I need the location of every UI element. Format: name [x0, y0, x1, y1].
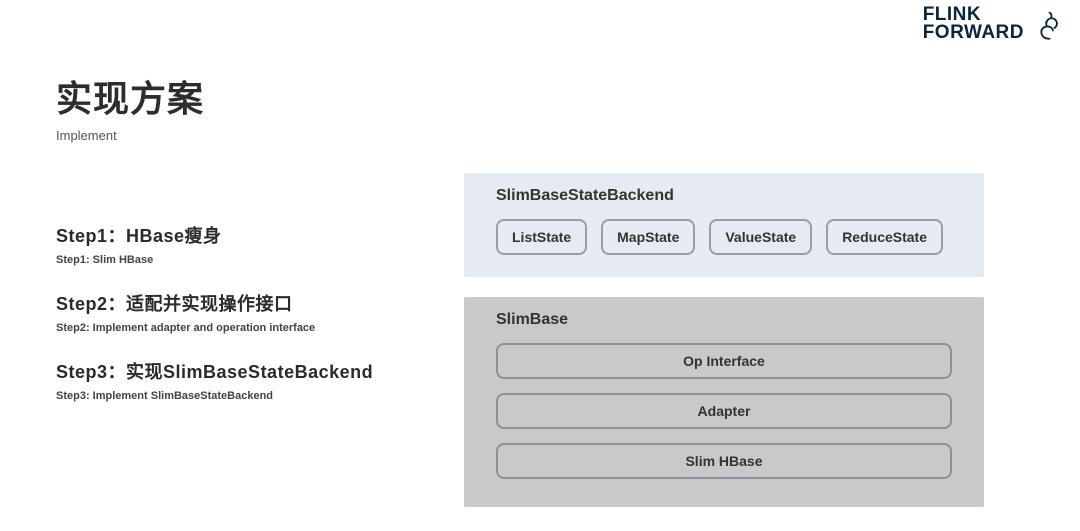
page-title: 实现方案 [56, 70, 204, 122]
layer-bar: Slim HBase [496, 443, 952, 479]
step-item: Step1：HBase瘦身 Step1: Slim HBase [56, 222, 436, 266]
step-sub: Step3: Implement SlimBaseStateBackend [56, 390, 436, 402]
step-sub: Step1: Slim HBase [56, 254, 436, 266]
step-sub: Step2: Implement adapter and operation i… [56, 322, 436, 334]
layer-bar: Op Interface [496, 343, 952, 379]
step-heading: Step1：HBase瘦身 [56, 222, 436, 248]
panel-title: SlimBase [482, 311, 966, 329]
page-subtitle: Implement [56, 128, 204, 143]
step-heading: Step2：适配并实现操作接口 [56, 290, 436, 316]
step-item: Step2：适配并实现操作接口 Step2: Implement adapter… [56, 290, 436, 334]
state-pill: ValueState [709, 219, 812, 255]
page-header: 实现方案 Implement [56, 70, 204, 143]
state-pill: MapState [601, 219, 695, 255]
state-types-row: ListState MapState ValueState ReduceStat… [482, 219, 966, 255]
step-heading: Step3：实现SlimBaseStateBackend [56, 358, 436, 384]
panel-slimbase: SlimBase Op Interface Adapter Slim HBase [464, 297, 984, 507]
panel-statebackend: SlimBaseStateBackend ListState MapState … [464, 173, 984, 277]
logo-line2: FORWARD [923, 24, 1024, 42]
state-pill: ReduceState [826, 219, 943, 255]
architecture-diagram: SlimBaseStateBackend ListState MapState … [464, 173, 984, 507]
state-pill: ListState [496, 219, 587, 255]
layer-bar: Adapter [496, 393, 952, 429]
squirrel-icon [1026, 6, 1060, 42]
steps-list: Step1：HBase瘦身 Step1: Slim HBase Step2：适配… [56, 222, 436, 426]
panel-title: SlimBaseStateBackend [482, 187, 966, 205]
flink-forward-logo: FLINK FORWARD [923, 6, 1060, 42]
slimbase-stack: Op Interface Adapter Slim HBase [482, 343, 966, 479]
step-item: Step3：实现SlimBaseStateBackend Step3: Impl… [56, 358, 436, 402]
